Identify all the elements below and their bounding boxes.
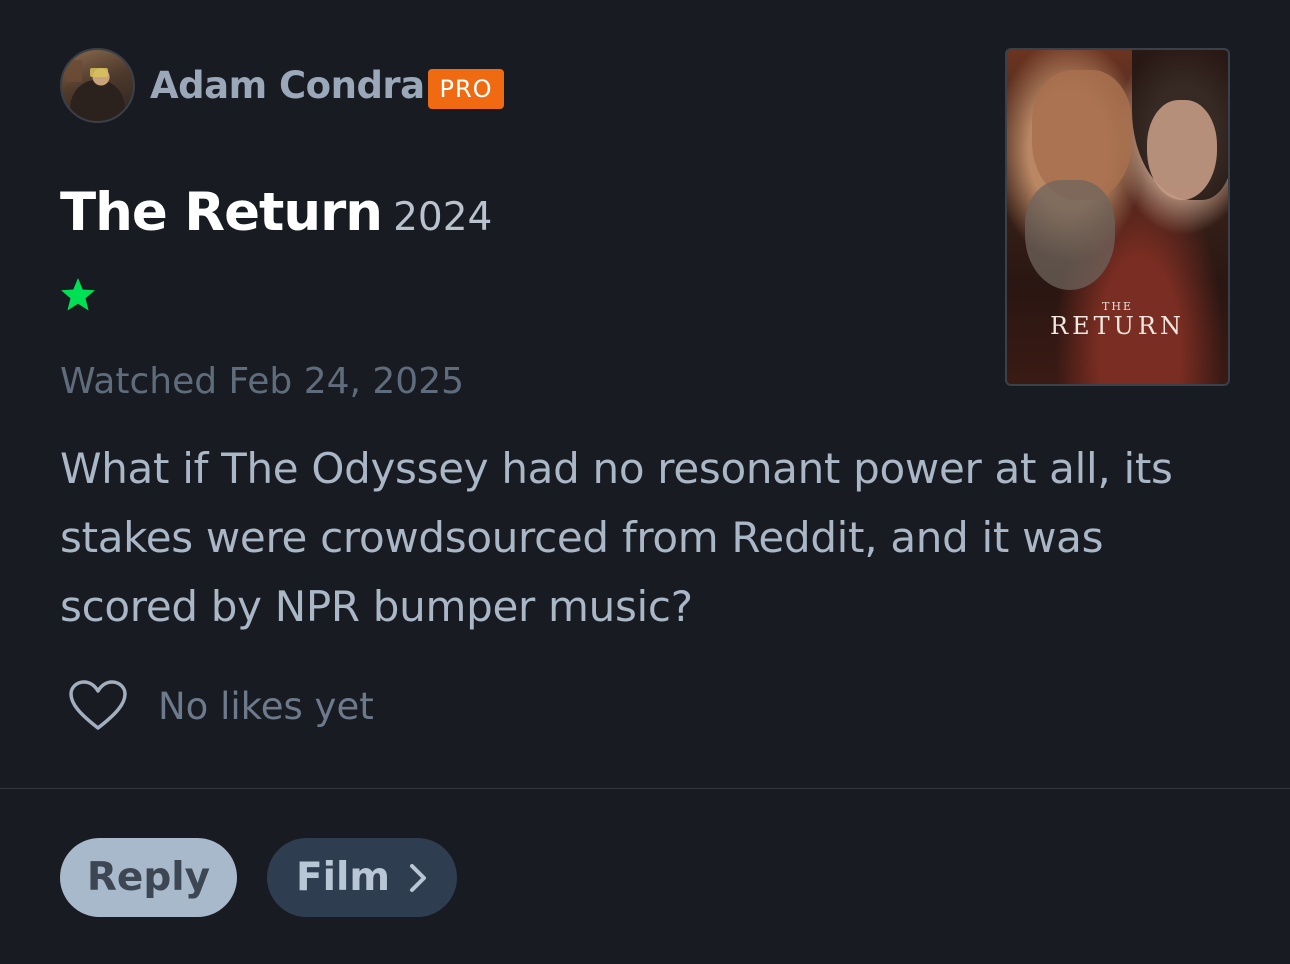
username[interactable]: Adam Condra	[150, 64, 425, 107]
poster-title: RETURN	[1050, 312, 1185, 340]
pro-badge: PRO	[428, 69, 504, 109]
divider	[0, 788, 1290, 789]
film-year[interactable]: 2024	[393, 195, 492, 240]
reply-button[interactable]: Reply	[60, 838, 237, 917]
film-poster[interactable]: THE RETURN	[1005, 48, 1230, 386]
poster-art-face-woman	[1147, 100, 1217, 200]
likes-label: No likes yet	[158, 684, 374, 728]
likes-row: No likes yet	[68, 680, 374, 732]
poster-art-beard	[1025, 180, 1115, 290]
film-title[interactable]: The Return	[60, 182, 383, 243]
film-button[interactable]: Film	[267, 838, 457, 917]
avatar-background-shelf	[66, 60, 82, 82]
avatar[interactable]	[60, 48, 135, 123]
heart-icon[interactable]	[68, 680, 128, 732]
star-icon	[61, 278, 95, 311]
film-button-label: Film	[295, 855, 390, 900]
review-text: What if The Odyssey had no resonant powe…	[60, 444, 1173, 631]
avatar-glasses	[90, 68, 108, 77]
review-page: Adam Condra PRO The Return 2024 Watched …	[0, 0, 1290, 964]
watched-date: Watched Feb 24, 2025	[60, 361, 465, 402]
film-title-row: The Return 2024	[60, 182, 492, 243]
chevron-right-icon	[410, 863, 426, 892]
